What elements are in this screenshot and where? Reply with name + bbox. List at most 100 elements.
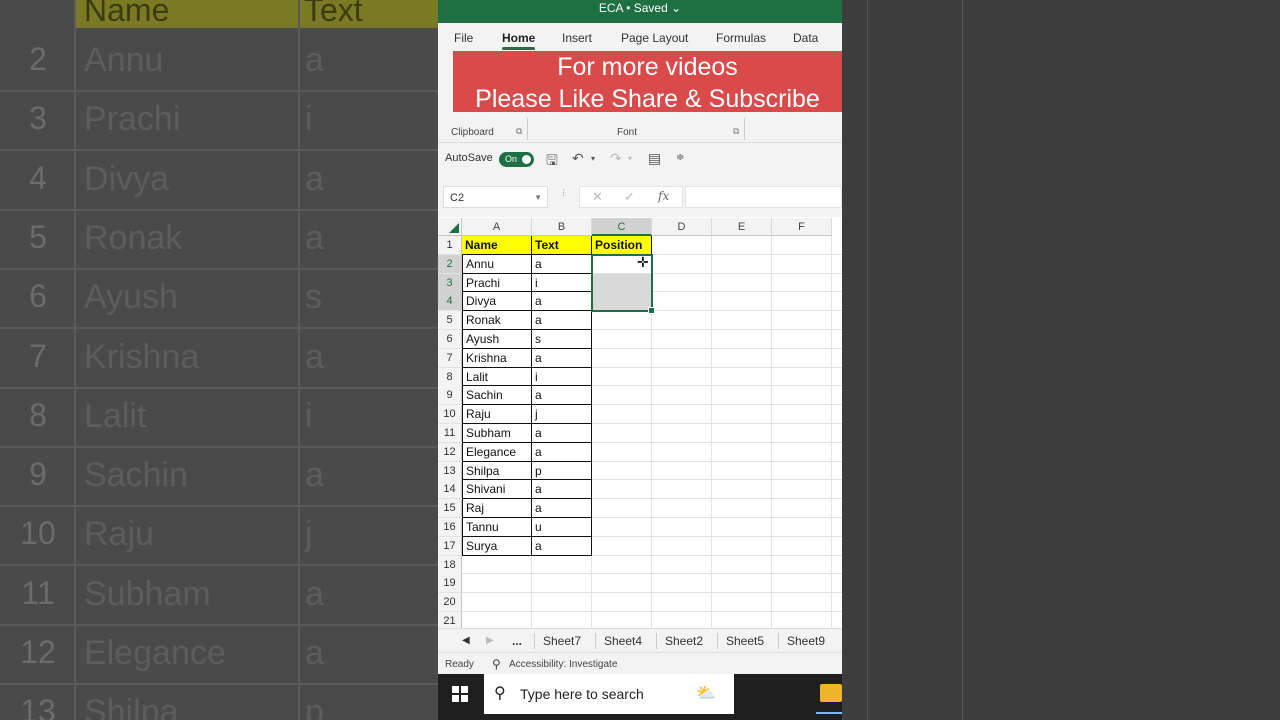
- text-cell[interactable]: p: [532, 461, 592, 481]
- sheet-scroll-right-icon[interactable]: ▶: [486, 635, 494, 646]
- name-cell[interactable]: Annu: [462, 254, 532, 274]
- file-explorer-icon[interactable]: [820, 684, 842, 702]
- row-header-9[interactable]: 9: [438, 386, 462, 406]
- name-cell[interactable]: Divya: [462, 292, 532, 312]
- text-cell[interactable]: a: [532, 499, 592, 518]
- column-header-b[interactable]: B: [532, 218, 592, 236]
- row-header-7[interactable]: 7: [438, 348, 462, 368]
- row-header-5[interactable]: 5: [438, 311, 462, 331]
- row-header-16[interactable]: 16: [438, 518, 462, 537]
- tab-home[interactable]: Home: [502, 31, 536, 50]
- taskbar-search[interactable]: ⚲ Type here to search ⛅: [484, 674, 734, 714]
- name-cell[interactable]: Surya: [462, 536, 532, 556]
- text-cell[interactable]: u: [532, 518, 592, 537]
- name-cell[interactable]: Lalit: [462, 367, 532, 387]
- save-icon[interactable]: 🖫: [546, 150, 558, 174]
- insert-function-button[interactable]: fx: [658, 189, 669, 203]
- cancel-icon[interactable]: ✕: [592, 189, 603, 205]
- text-cell[interactable]: a: [532, 442, 592, 462]
- text-cell[interactable]: a: [532, 536, 592, 556]
- row-header-14[interactable]: 14: [438, 480, 462, 500]
- name-cell[interactable]: Sachin: [462, 386, 532, 406]
- text-cell[interactable]: a: [532, 480, 592, 500]
- tab-page-layout[interactable]: Page Layout: [621, 31, 688, 45]
- redo-icon[interactable]: ↷: [610, 150, 622, 167]
- column-header-c[interactable]: C: [592, 218, 652, 236]
- name-box[interactable]: C2 ▼: [443, 186, 548, 208]
- text-cell[interactable]: a: [532, 292, 592, 312]
- tab-insert[interactable]: Insert: [562, 31, 592, 45]
- row-header-13[interactable]: 13: [438, 461, 462, 481]
- column-header-d[interactable]: D: [652, 218, 712, 236]
- sheet-tab-sheet4[interactable]: Sheet4: [604, 634, 642, 648]
- document-title[interactable]: ECA • Saved ⌄: [599, 1, 681, 15]
- tab-data[interactable]: Data: [793, 31, 818, 45]
- name-cell[interactable]: Raj: [462, 499, 532, 518]
- header-cell-position[interactable]: Position: [592, 236, 652, 255]
- text-cell[interactable]: j: [532, 405, 592, 424]
- customize-toolbar-icon[interactable]: ≑: [676, 152, 684, 163]
- row-header-19[interactable]: 19: [438, 574, 462, 594]
- text-cell[interactable]: i: [532, 273, 592, 293]
- sheet-tab-sheet5[interactable]: Sheet5: [726, 634, 764, 648]
- tab-file[interactable]: File: [454, 31, 473, 45]
- name-cell[interactable]: Subham: [462, 424, 532, 443]
- text-cell[interactable]: s: [532, 330, 592, 349]
- sheet-tab-sheet7[interactable]: Sheet7: [543, 634, 581, 648]
- font-launcher-icon[interactable]: ⧉: [733, 126, 739, 137]
- windows-start-icon[interactable]: [452, 686, 468, 702]
- name-cell[interactable]: Elegance: [462, 442, 532, 462]
- name-cell[interactable]: Shilpa: [462, 461, 532, 481]
- column-header-e[interactable]: E: [712, 218, 772, 236]
- row-header-18[interactable]: 18: [438, 555, 462, 575]
- name-cell[interactable]: Tannu: [462, 518, 532, 537]
- redo-dropdown-icon[interactable]: ▾: [628, 154, 632, 163]
- text-cell[interactable]: a: [532, 424, 592, 443]
- name-box-dropdown-icon[interactable]: ▼: [534, 187, 542, 209]
- name-cell[interactable]: Raju: [462, 405, 532, 424]
- sheet-tab-sheet9[interactable]: Sheet9: [787, 634, 825, 648]
- sheet-scroll-left-icon[interactable]: ◀: [462, 635, 470, 646]
- row-header-17[interactable]: 17: [438, 536, 462, 556]
- row-header-12[interactable]: 12: [438, 442, 462, 462]
- sheet-tabs-more[interactable]: ...: [512, 634, 522, 648]
- row-header-20[interactable]: 20: [438, 593, 462, 613]
- name-cell[interactable]: Prachi: [462, 273, 532, 293]
- name-cell[interactable]: Ayush: [462, 330, 532, 349]
- undo-icon[interactable]: ↶: [572, 150, 584, 167]
- row-header-2[interactable]: 2: [438, 254, 462, 274]
- row-header-3[interactable]: 3: [438, 273, 462, 293]
- formula-input[interactable]: [685, 186, 842, 208]
- row-header-1[interactable]: 1: [438, 236, 462, 255]
- document-icon[interactable]: ▤: [648, 150, 661, 167]
- tab-formulas[interactable]: Formulas: [716, 31, 766, 45]
- text-cell[interactable]: a: [532, 348, 592, 368]
- sheet-tab-sheet2[interactable]: Sheet2: [665, 634, 703, 648]
- fill-handle[interactable]: [648, 307, 655, 315]
- autosave-toggle[interactable]: On: [499, 152, 534, 167]
- text-cell[interactable]: a: [532, 254, 592, 274]
- select-all-corner[interactable]: [438, 218, 462, 236]
- row-header-6[interactable]: 6: [438, 330, 462, 349]
- text-cell[interactable]: i: [532, 367, 592, 387]
- row-header-11[interactable]: 11: [438, 424, 462, 443]
- row-header-8[interactable]: 8: [438, 367, 462, 387]
- row-header-15[interactable]: 15: [438, 499, 462, 519]
- row-header-10[interactable]: 10: [438, 405, 462, 425]
- column-header-f[interactable]: F: [772, 218, 832, 236]
- weather-widget-icon[interactable]: ⛅: [696, 674, 716, 714]
- header-cell-name[interactable]: Name: [462, 236, 532, 255]
- name-cell[interactable]: Ronak: [462, 311, 532, 330]
- enter-icon[interactable]: ✓: [624, 189, 635, 205]
- accessibility-status[interactable]: Accessibility: Investigate: [509, 659, 617, 670]
- header-cell-text[interactable]: Text: [532, 236, 592, 255]
- spreadsheet-grid[interactable]: A B C D E F 1 2 3 4 5 6 7 8 9 10 11 12 13 14 15 16 17 18 19 20 21 N…: [438, 218, 842, 631]
- text-cell[interactable]: a: [532, 386, 592, 406]
- clipboard-launcher-icon[interactable]: ⧉: [516, 126, 522, 137]
- text-cell[interactable]: a: [532, 311, 592, 330]
- undo-dropdown-icon[interactable]: ▾: [591, 154, 595, 163]
- name-cell[interactable]: Shivani: [462, 480, 532, 500]
- name-cell[interactable]: Krishna: [462, 348, 532, 368]
- column-header-a[interactable]: A: [462, 218, 532, 236]
- row-header-4[interactable]: 4: [438, 292, 462, 312]
